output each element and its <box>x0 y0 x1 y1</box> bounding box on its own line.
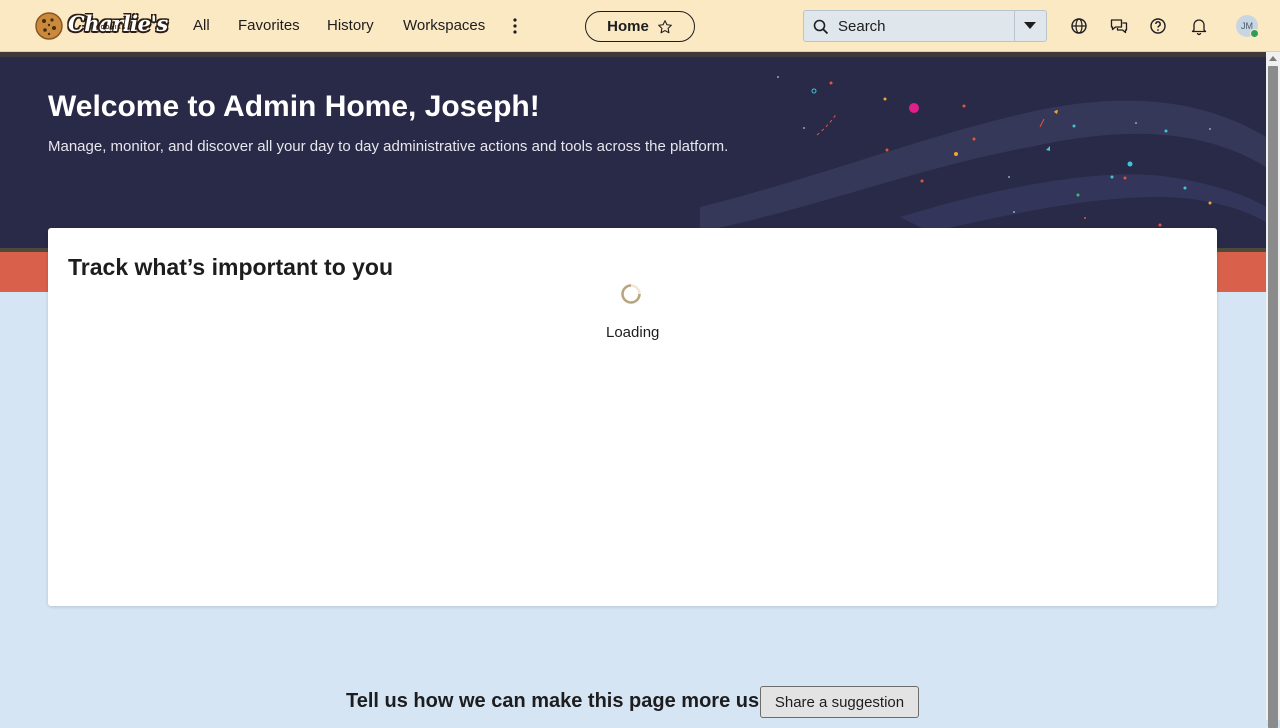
brand-name: Charlie's <box>68 10 168 36</box>
welcome-hero: Welcome to Admin Home, Joseph! Manage, m… <box>0 52 1266 248</box>
scroll-up-arrow-icon[interactable] <box>1269 56 1277 61</box>
chat-icon[interactable] <box>1109 16 1129 36</box>
search-icon <box>813 19 829 35</box>
nav-link-workspaces[interactable]: Workspaces <box>403 17 485 34</box>
feedback-prompt: Tell us how we can make this page more u… <box>346 690 795 712</box>
search-box[interactable]: Search <box>803 10 1047 42</box>
caret-down-icon[interactable] <box>1023 21 1037 31</box>
scrollbar-thumb[interactable] <box>1268 66 1278 728</box>
tracking-card: Track what’s important to you Loading <box>48 228 1217 606</box>
globe-icon[interactable] <box>1069 16 1089 36</box>
kebab-vertical-icon[interactable] <box>508 16 522 36</box>
home-tab-pill[interactable]: Home <box>585 11 695 42</box>
online-status-dot <box>1250 29 1259 38</box>
nav-link-favorites[interactable]: Favorites <box>238 17 300 34</box>
hero-title: Welcome to Admin Home, Joseph! <box>48 90 540 123</box>
nav-link-history[interactable]: History <box>327 17 374 34</box>
hero-subtitle: Manage, monitor, and discover all your d… <box>48 138 729 155</box>
search-input[interactable]: Search <box>838 18 886 35</box>
user-avatar[interactable]: JM <box>1236 15 1259 38</box>
card-title: Track what’s important to you <box>68 254 394 280</box>
top-navigation: Charlie's COOKIES All Favorites History … <box>0 0 1280 52</box>
brand-subtitle: COOKIES <box>96 25 127 31</box>
page-scrollbar[interactable] <box>1266 52 1280 728</box>
search-divider <box>1014 11 1015 41</box>
help-icon[interactable] <box>1148 16 1168 36</box>
home-pill-label: Home <box>607 18 649 35</box>
loading-spinner-icon <box>621 284 641 304</box>
nav-link-all[interactable]: All <box>193 17 210 34</box>
decorative-confetti-art <box>700 76 1266 232</box>
star-outline-icon[interactable] <box>657 19 673 35</box>
cookie-icon <box>35 12 63 40</box>
share-suggestion-button[interactable]: Share a suggestion <box>760 686 919 718</box>
loading-label: Loading <box>606 324 660 341</box>
bell-icon[interactable] <box>1189 16 1209 36</box>
